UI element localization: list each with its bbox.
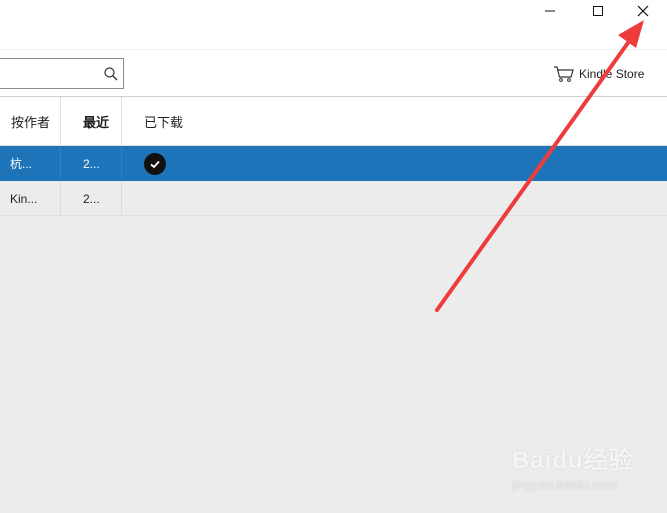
author-cell: Kin... xyxy=(0,181,61,216)
close-button[interactable] xyxy=(620,0,666,24)
search-icon[interactable] xyxy=(103,66,119,82)
column-header-downloaded[interactable]: 已下载 xyxy=(122,97,242,146)
maximize-button[interactable] xyxy=(575,0,621,24)
downloaded-cell xyxy=(122,146,242,181)
watermark-brand: Baidu经验 xyxy=(512,447,634,474)
cart-icon xyxy=(553,65,575,83)
recent-cell: 2... xyxy=(61,146,122,181)
minimize-icon xyxy=(544,5,556,20)
toolbar: Kindle Store xyxy=(0,50,667,97)
downloaded-cell xyxy=(122,181,242,216)
table-row[interactable]: 杭... 2... xyxy=(0,146,667,181)
watermark-url: jingyan.baidu.com xyxy=(512,477,617,492)
maximize-icon xyxy=(592,5,604,20)
downloaded-check-icon xyxy=(144,152,166,175)
recent-cell: 2... xyxy=(61,181,122,216)
column-header-author[interactable]: 按作者 xyxy=(0,97,61,146)
table-row[interactable]: Kin... 2... xyxy=(0,181,667,216)
watermark: Baidu经验 jingyan.baidu.com xyxy=(512,440,652,500)
column-header-row: 按作者 最近 已下载 xyxy=(0,97,667,146)
kindle-store-label: Kindle Store xyxy=(579,67,645,81)
kindle-store-link[interactable]: Kindle Store xyxy=(553,64,644,84)
search-input[interactable] xyxy=(3,63,99,84)
close-icon xyxy=(637,5,649,20)
column-header-recent[interactable]: 最近 xyxy=(61,97,122,146)
minimize-button[interactable] xyxy=(527,0,573,24)
search-box[interactable] xyxy=(0,58,124,89)
title-bar xyxy=(0,0,667,50)
author-cell: 杭... xyxy=(0,146,61,181)
